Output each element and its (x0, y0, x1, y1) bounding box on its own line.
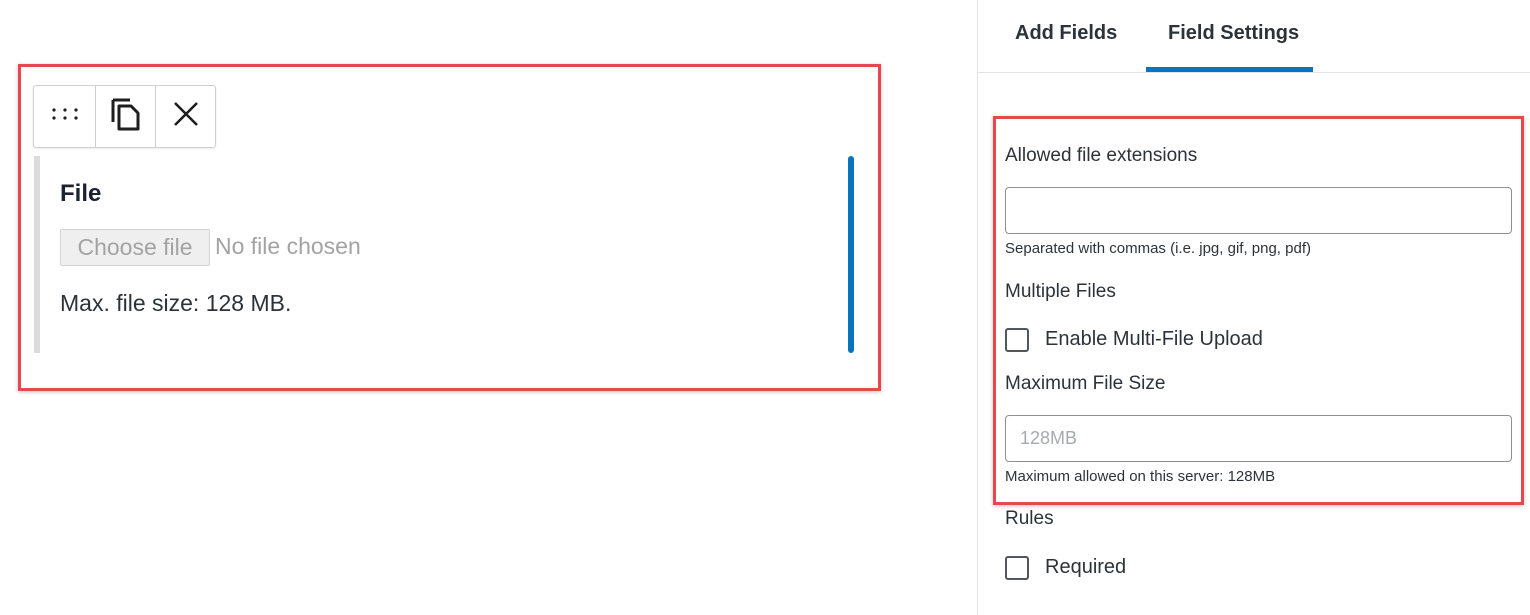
close-icon (173, 101, 199, 132)
multi-file-upload-label[interactable]: Enable Multi-File Upload (1045, 328, 1263, 351)
active-tab-indicator (1146, 67, 1313, 72)
multiple-files-label: Multiple Files (1005, 281, 1116, 302)
required-checkbox[interactable] (1005, 556, 1029, 580)
max-file-size-text: Max. file size: 128 MB. (60, 290, 292, 316)
max-file-size-input[interactable] (1005, 415, 1512, 462)
allowed-extensions-label: Allowed file extensions (1005, 145, 1198, 166)
field-label: File (60, 180, 102, 207)
multi-file-upload-checkbox[interactable] (1005, 328, 1029, 352)
drag-handle-icon (51, 107, 79, 126)
drag-handle-button[interactable] (34, 86, 96, 147)
choose-file-button[interactable]: Choose file (60, 229, 210, 266)
allowed-extensions-input[interactable] (1005, 187, 1512, 234)
required-label[interactable]: Required (1045, 556, 1126, 579)
file-field-block[interactable]: File Choose file No file chosen Max. fil… (34, 156, 854, 353)
form-canvas: File Choose file No file chosen Max. fil… (0, 0, 978, 615)
tab-field-settings[interactable]: Field Settings (1168, 22, 1299, 45)
no-file-chosen-text: No file chosen (215, 233, 361, 259)
rules-label: Rules (1005, 508, 1054, 529)
settings-sidebar: Add Fields Field Settings Allowed file e… (977, 0, 1530, 615)
remove-button[interactable] (156, 86, 215, 147)
field-left-border (34, 156, 40, 353)
duplicate-icon (110, 96, 142, 137)
field-selected-indicator (848, 156, 854, 353)
block-toolbar (33, 85, 216, 148)
duplicate-button[interactable] (96, 86, 156, 147)
sidebar-tabs: Add Fields Field Settings (978, 0, 1530, 73)
allowed-extensions-help: Separated with commas (i.e. jpg, gif, pn… (1005, 240, 1311, 257)
max-file-size-help: Maximum allowed on this server: 128MB (1005, 468, 1276, 485)
max-file-size-label: Maximum File Size (1005, 373, 1166, 394)
tab-add-fields[interactable]: Add Fields (1015, 22, 1117, 45)
